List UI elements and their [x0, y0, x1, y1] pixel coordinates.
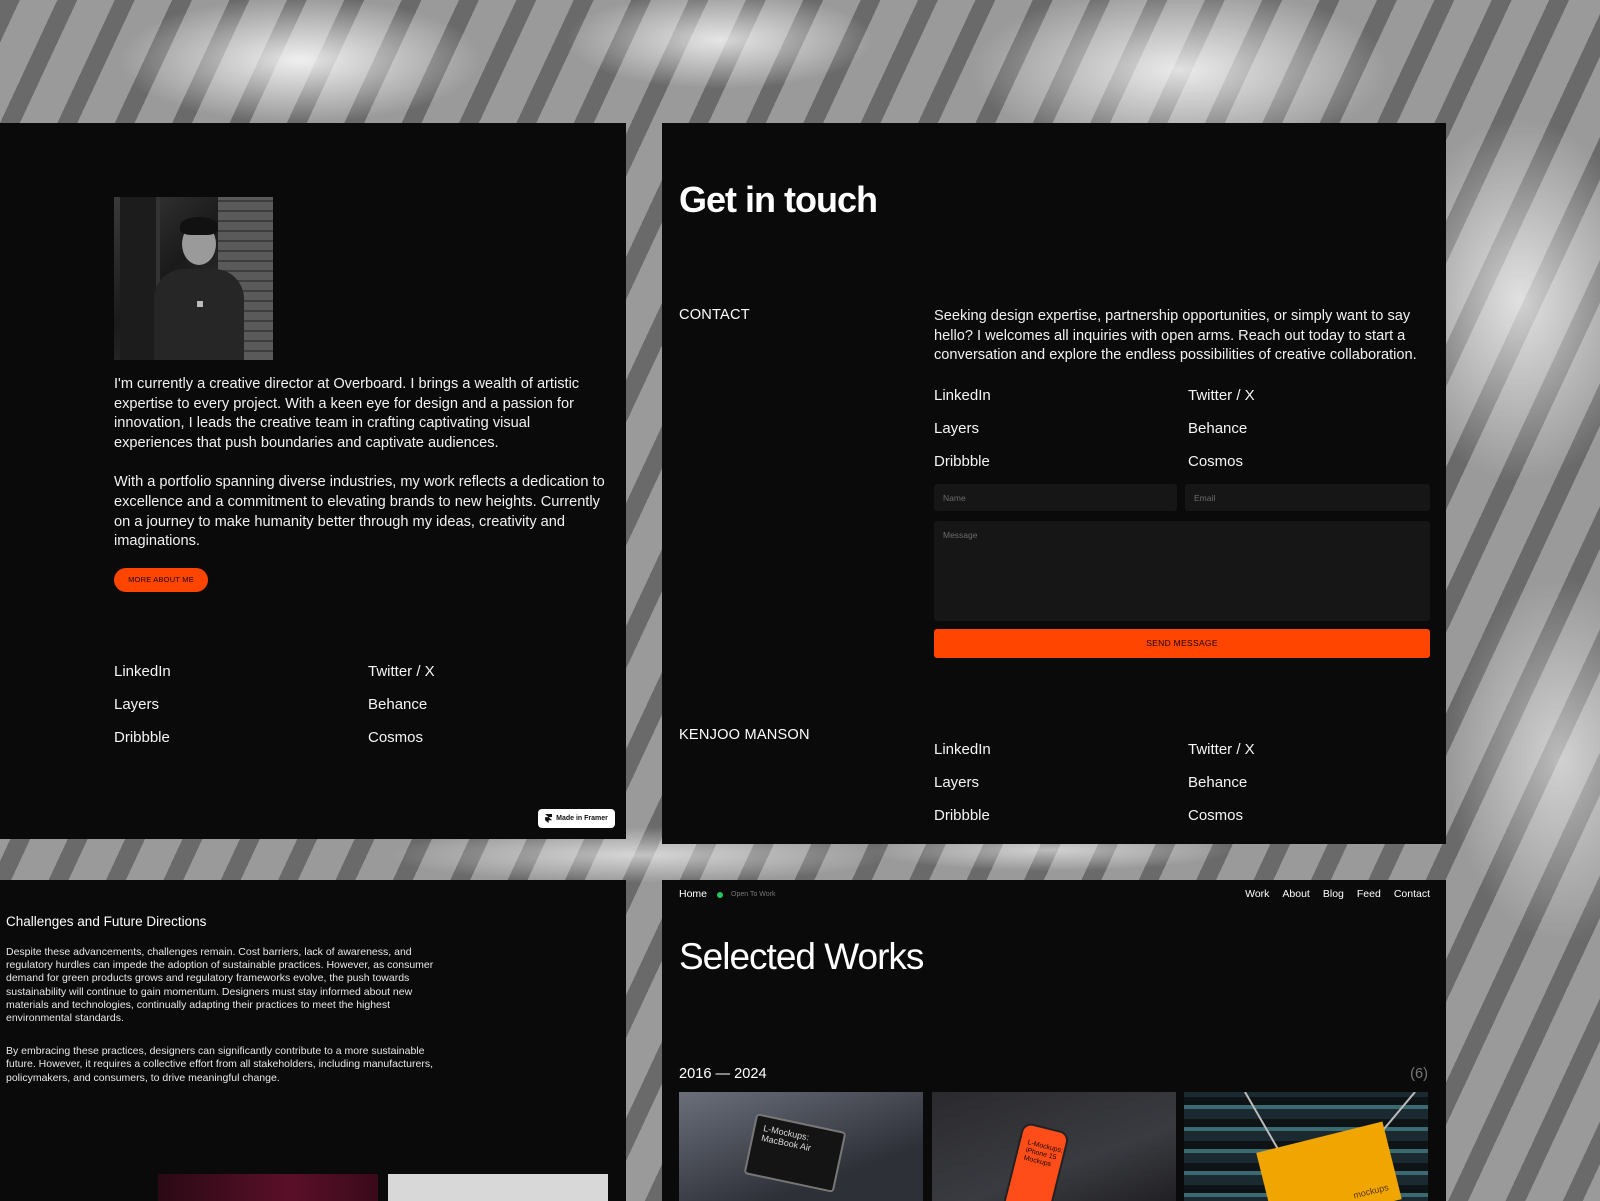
- social-links: LinkedIn Twitter / X Layers Behance Drib…: [114, 663, 568, 747]
- bio-text: I'm currently a creative director at Ove…: [114, 375, 608, 552]
- work-card-caption: mockups: [1352, 1182, 1390, 1201]
- work-card-iphone[interactable]: L-Mockups: iPhone 15 Mockups: [932, 1092, 1176, 1201]
- article-paragraph-2: By embracing these practices, designers …: [6, 1045, 434, 1084]
- work-card-caption: L-Mockups: MacBook Air: [760, 1123, 812, 1154]
- footer-social-links: LinkedIn Twitter / X Layers Behance Drib…: [934, 741, 1388, 825]
- status-label: Open To Work: [731, 891, 776, 898]
- message-textarea[interactable]: Message: [934, 521, 1430, 621]
- made-in-framer-badge[interactable]: Made in Framer: [538, 809, 615, 828]
- link-linkedin[interactable]: LinkedIn: [114, 663, 368, 681]
- link-cosmos[interactable]: Cosmos: [368, 729, 568, 747]
- contact-panel: Get in touch CONTACT Seeking design expe…: [662, 123, 1446, 844]
- footer-name: KENJOO MANSON: [679, 727, 810, 743]
- contact-section-label: CONTACT: [679, 307, 750, 323]
- article-panel: Challenges and Future Directions Despite…: [0, 880, 626, 1201]
- works-title: Selected Works: [679, 936, 924, 977]
- name-input[interactable]: Name: [934, 484, 1177, 511]
- link-cosmos[interactable]: Cosmos: [1188, 453, 1388, 471]
- bio-paragraph-1: I'm currently a creative director at Ove…: [114, 376, 580, 451]
- link-twitter[interactable]: Twitter / X: [1188, 387, 1388, 405]
- about-panel: I'm currently a creative director at Ove…: [0, 123, 626, 839]
- contact-title: Get in touch: [679, 179, 878, 220]
- work-card-tag[interactable]: mockups: [1184, 1092, 1428, 1201]
- works-panel: Home Open To Work Work About Blog Feed C…: [662, 880, 1446, 1201]
- link-dribbble[interactable]: Dribbble: [934, 453, 1188, 471]
- bio-paragraph-2: With a portfolio spanning diverse indust…: [114, 474, 605, 550]
- link-layers[interactable]: Layers: [934, 774, 1188, 792]
- works-years: 2016 — 2024: [679, 1066, 767, 1082]
- nav-contact[interactable]: Contact: [1394, 888, 1430, 900]
- work-card-macbook[interactable]: L-Mockups: MacBook Air: [679, 1092, 923, 1201]
- link-behance[interactable]: Behance: [368, 696, 568, 714]
- link-dribbble[interactable]: Dribbble: [934, 807, 1188, 825]
- status-dot-icon: [717, 892, 723, 898]
- link-twitter[interactable]: Twitter / X: [1188, 741, 1388, 759]
- works-count: (6): [1410, 1066, 1428, 1082]
- top-nav: Work About Blog Feed Contact: [1245, 888, 1430, 900]
- framer-icon: [545, 814, 553, 823]
- contact-intro: Seeking design expertise, partnership op…: [934, 308, 1417, 364]
- link-cosmos[interactable]: Cosmos: [1188, 807, 1388, 825]
- nav-about[interactable]: About: [1282, 888, 1309, 900]
- nav-home[interactable]: Home: [679, 888, 707, 900]
- article-body: Despite these advancements, challenges r…: [6, 946, 436, 1085]
- nav-blog[interactable]: Blog: [1323, 888, 1344, 900]
- article-image-2: [388, 1174, 608, 1201]
- link-twitter[interactable]: Twitter / X: [368, 663, 568, 681]
- nav-feed[interactable]: Feed: [1357, 888, 1381, 900]
- link-linkedin[interactable]: LinkedIn: [934, 741, 1188, 759]
- email-input[interactable]: Email: [1185, 484, 1430, 511]
- more-about-me-button[interactable]: MORE ABOUT ME: [114, 568, 208, 592]
- work-card-caption: L-Mockups: iPhone 15 Mockups: [1022, 1139, 1064, 1169]
- link-dribbble[interactable]: Dribbble: [114, 729, 368, 747]
- article-paragraph-1: Despite these advancements, challenges r…: [6, 946, 434, 1025]
- link-layers[interactable]: Layers: [934, 420, 1188, 438]
- link-behance[interactable]: Behance: [1188, 774, 1388, 792]
- framer-badge-label: Made in Framer: [556, 815, 608, 822]
- link-behance[interactable]: Behance: [1188, 420, 1388, 438]
- contact-social-links: LinkedIn Twitter / X Layers Behance Drib…: [934, 387, 1388, 471]
- article-image-1: [158, 1174, 378, 1201]
- send-message-button[interactable]: SEND MESSAGE: [934, 629, 1430, 658]
- nav-work[interactable]: Work: [1245, 888, 1269, 900]
- link-linkedin[interactable]: LinkedIn: [934, 387, 1188, 405]
- link-layers[interactable]: Layers: [114, 696, 368, 714]
- article-heading: Challenges and Future Directions: [6, 914, 207, 929]
- portrait-photo: [114, 197, 273, 360]
